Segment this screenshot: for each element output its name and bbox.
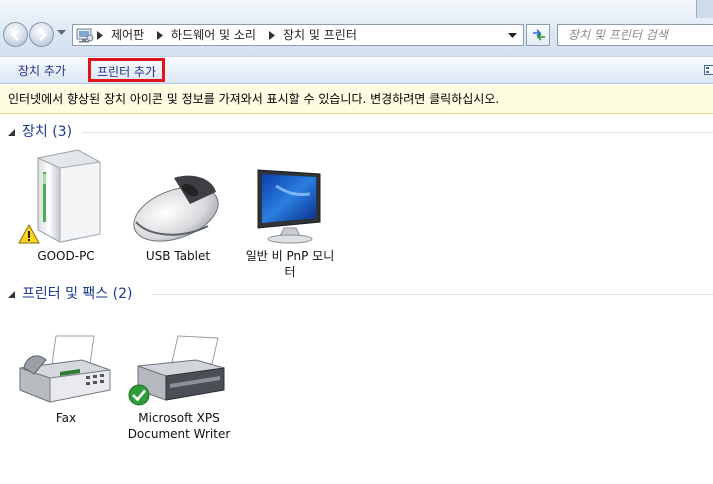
refresh-icon (533, 29, 545, 41)
recent-pages-chevron-icon[interactable] (57, 30, 66, 36)
breadcrumb-hardware-sound[interactable]: 하드웨어 및 소리 (171, 25, 256, 45)
fax-icon (19, 335, 111, 403)
group-title: 프린터 및 팩스 (2) (22, 286, 133, 302)
device-label: USB Tablet (145, 249, 211, 263)
breadcrumb-separator-icon[interactable] (157, 31, 163, 40)
breadcrumb-devices-printers[interactable]: 장치 및 프린터 (283, 25, 357, 45)
checkmark-icon (128, 384, 150, 406)
command-bar: 장치 추가 프린터 추가 (0, 56, 713, 84)
device-item-monitor[interactable]: 일반 비 PnP 모니 터 (240, 166, 340, 280)
collapse-triangle-icon[interactable] (8, 291, 15, 298)
printer-label: Fax (55, 411, 77, 425)
info-bar[interactable]: 인터넷에서 향상된 장치 아이콘 및 정보를 가져와서 표시할 수 있습니다. … (0, 85, 713, 114)
device-label: GOOD-PC (37, 249, 95, 263)
group-divider (152, 294, 713, 295)
device-label-line2: 터 (284, 265, 296, 279)
group-title: 장치 (3) (22, 124, 73, 140)
change-view-icon[interactable] (704, 65, 713, 75)
printer-item-fax[interactable]: Fax (16, 334, 116, 426)
arrow-right-icon (39, 29, 47, 41)
refresh-button[interactable] (526, 24, 550, 46)
warning-icon (18, 224, 40, 244)
search-input[interactable]: 장치 및 프린터 검색 (557, 24, 713, 46)
printer-label-line2: Document Writer (127, 427, 231, 441)
mouse-icon (133, 175, 219, 242)
printer-item-xps-writer[interactable]: Microsoft XPS Document Writer (126, 334, 232, 442)
device-item-computer[interactable]: GOOD-PC (16, 148, 116, 264)
collapse-triangle-icon[interactable] (8, 129, 15, 136)
address-field[interactable]: 제어판 하드웨어 및 소리 장치 및 프린터 (72, 24, 524, 46)
control-panel-icon (76, 28, 94, 43)
arrow-left-icon (11, 29, 19, 41)
device-item-usb-tablet[interactable]: USB Tablet (128, 164, 228, 264)
monitor-icon (257, 169, 321, 244)
printer-label-line1: Microsoft XPS (138, 411, 220, 425)
add-device-button[interactable]: 장치 추가 (14, 61, 70, 81)
device-label-line1: 일반 비 PnP 모니 (245, 249, 335, 263)
address-bar-region: 제어판 하드웨어 및 소리 장치 및 프린터 장치 및 프린터 검색 (0, 0, 713, 56)
breadcrumb-control-panel[interactable]: 제어판 (111, 25, 144, 45)
forward-button[interactable] (29, 22, 54, 47)
address-history-chevron-icon[interactable] (508, 33, 517, 39)
window-edge (696, 0, 713, 18)
group-divider (82, 132, 713, 133)
back-button[interactable] (3, 22, 28, 47)
add-printer-button[interactable]: 프린터 추가 (88, 58, 166, 82)
breadcrumb-separator-icon[interactable] (97, 31, 103, 40)
breadcrumb-separator-icon[interactable] (269, 31, 275, 40)
